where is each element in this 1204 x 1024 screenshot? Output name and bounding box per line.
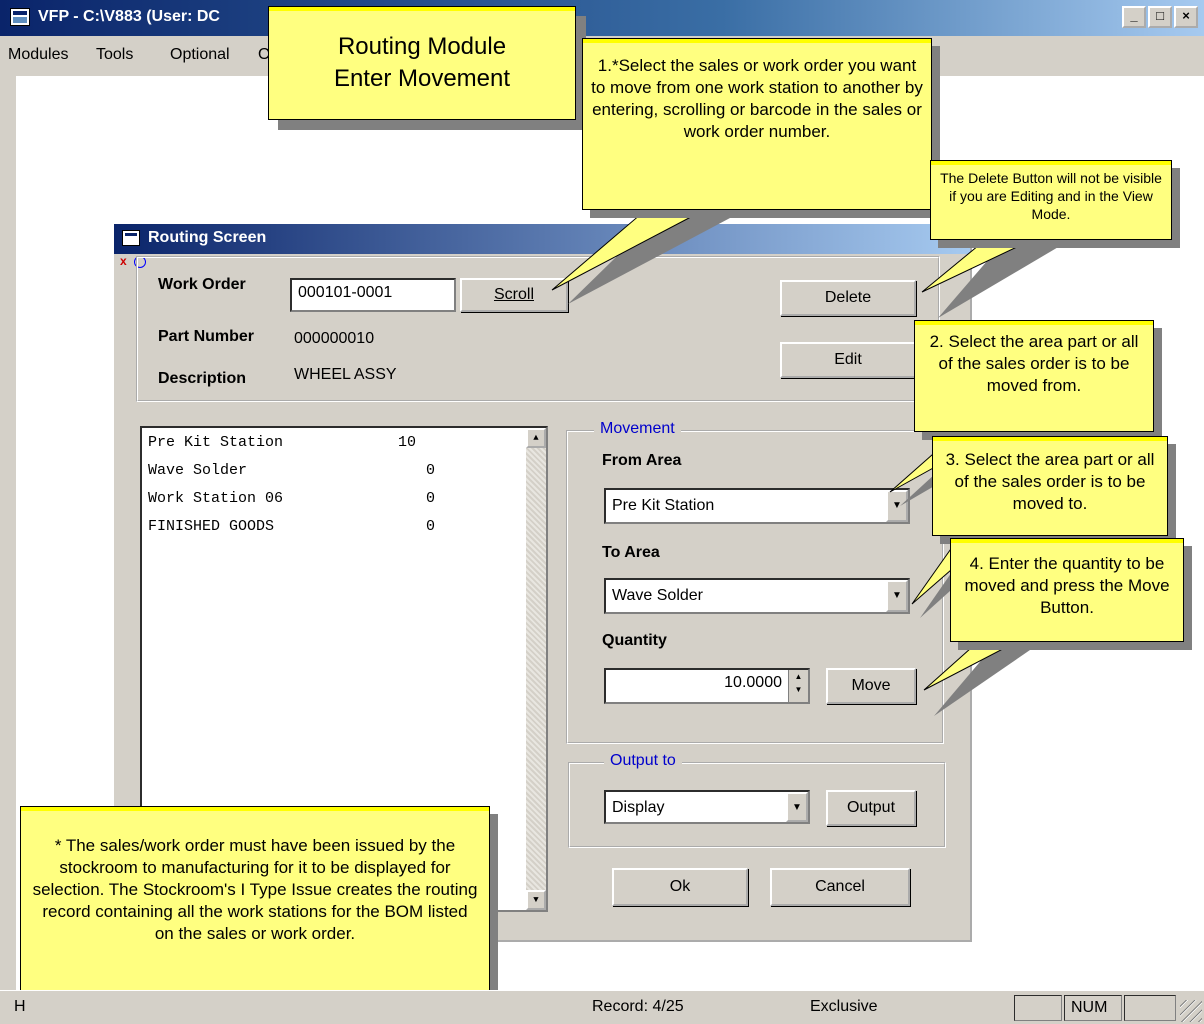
output-button-label: Output <box>846 799 896 816</box>
to-area-value: Wave Solder <box>612 587 703 604</box>
description-label: Description <box>158 370 247 387</box>
station-qty: 0 <box>426 490 436 507</box>
step1-text: 1.*Select the sales or work order you wa… <box>591 56 923 141</box>
quantity-value: 10.0000 <box>724 674 782 691</box>
routing-screen-titlebar[interactable]: Routing Screen <box>114 224 970 254</box>
app-icon <box>10 8 30 26</box>
from-area-value: Pre Kit Station <box>612 497 715 514</box>
scroll-down-icon[interactable]: ▼ <box>526 890 546 910</box>
step2-callout: 2. Select the area part or all of the sa… <box>914 320 1154 432</box>
cancel-button[interactable]: Cancel <box>770 868 910 906</box>
close-icon[interactable]: x <box>120 255 132 268</box>
step4-text: 4. Enter the quantity to be moved and pr… <box>964 554 1170 617</box>
cancel-button-label: Cancel <box>815 878 865 895</box>
scroll-up-icon[interactable]: ▲ <box>526 428 546 448</box>
scroll-button[interactable]: Scroll <box>460 278 568 312</box>
status-blank-2 <box>1124 995 1176 1021</box>
quantity-label: Quantity <box>602 632 667 649</box>
close-button[interactable]: × <box>1174 6 1198 28</box>
station-qty: 0 <box>426 518 436 535</box>
quantity-stepper[interactable]: 10.0000 ▲ ▼ <box>604 668 810 704</box>
move-button[interactable]: Move <box>826 668 916 704</box>
station-name: Work Station 06 <box>148 490 284 507</box>
work-order-value: 000101-0001 <box>298 284 393 301</box>
work-order-label: Work Order <box>158 276 246 293</box>
scroll-button-label: Scroll <box>493 286 534 303</box>
edit-button[interactable]: Edit <box>780 342 916 378</box>
list-item[interactable]: Work Station 06 0 <box>148 490 448 507</box>
output-button[interactable]: Output <box>826 790 916 826</box>
delete-button[interactable]: Delete <box>780 280 916 316</box>
title-line1: Routing Module <box>337 33 507 60</box>
status-num: NUM <box>1064 995 1122 1021</box>
list-scrollbar[interactable]: ▲ ▼ <box>526 428 546 910</box>
edit-button-label: Edit <box>834 351 862 368</box>
move-button-label: Move <box>851 677 891 694</box>
status-left: H <box>14 998 26 1015</box>
from-area-select[interactable]: Pre Kit Station ▼ <box>604 488 910 524</box>
output-group-title: Output to <box>604 752 682 770</box>
part-number-label: Part Number <box>158 328 255 345</box>
status-mode: Exclusive <box>810 998 878 1015</box>
status-record: Record: 4/25 <box>592 998 684 1015</box>
step1-callout: 1.*Select the sales or work order you wa… <box>582 38 932 210</box>
work-order-field[interactable]: 000101-0001 <box>290 278 456 312</box>
step3-text: 3. Select the area part or all of the sa… <box>945 450 1155 513</box>
menu-tools[interactable]: Tools <box>96 46 133 64</box>
callout-bar <box>915 321 1153 325</box>
station-name: Pre Kit Station <box>148 434 284 451</box>
callout-bar <box>583 39 931 43</box>
station-qty: 10 <box>398 434 417 451</box>
title-callout: Routing Module Enter Movement <box>268 6 576 120</box>
chevron-down-icon[interactable]: ▼ <box>786 792 808 822</box>
part-number-value: 000000010 <box>294 330 375 347</box>
app-titlebar: VFP - C:\V883 (User: DC _ □ × <box>0 0 1204 36</box>
from-area-label: From Area <box>602 452 682 469</box>
chevron-down-icon[interactable]: ▼ <box>886 490 908 522</box>
callout-bar <box>21 807 489 811</box>
movement-group-title: Movement <box>594 420 681 438</box>
menu-modules[interactable]: Modules <box>8 46 68 64</box>
description-value: WHEEL ASSY <box>294 366 397 383</box>
output-select[interactable]: Display ▼ <box>604 790 810 824</box>
app-title: VFP - C:\V883 (User: DC <box>38 8 220 25</box>
statusbar: H Record: 4/25 Exclusive NUM <box>0 990 1204 1024</box>
to-area-label: To Area <box>602 544 660 561</box>
callout-bar <box>931 161 1171 165</box>
delete-button-label: Delete <box>824 289 872 306</box>
step4-callout: 4. Enter the quantity to be moved and pr… <box>950 538 1184 642</box>
footnote-text: * The sales/work order must have been is… <box>32 836 478 943</box>
delete-note-callout: The Delete Button will not be visible if… <box>930 160 1172 240</box>
ok-button-label: Ok <box>669 878 691 895</box>
minimize-button[interactable]: _ <box>1122 6 1146 28</box>
spinner-icon[interactable]: ▲ ▼ <box>788 670 808 702</box>
output-value: Display <box>612 799 665 816</box>
maximize-button[interactable]: □ <box>1148 6 1172 28</box>
status-blank <box>1014 995 1062 1021</box>
window-icon <box>122 230 140 246</box>
callout-bar <box>933 437 1167 441</box>
resize-grip-icon[interactable] <box>1180 1000 1202 1022</box>
chevron-down-icon[interactable]: ▼ <box>886 580 908 612</box>
window-controls: _ □ × <box>1122 6 1198 28</box>
list-item[interactable]: Wave Solder 0 <box>148 462 448 479</box>
menu-optional[interactable]: Optional <box>170 46 230 64</box>
list-item[interactable]: FINISHED GOODS 0 <box>148 518 448 535</box>
delete-note-text: The Delete Button will not be visible if… <box>940 170 1162 222</box>
callout-bar <box>951 539 1183 543</box>
callout-bar <box>269 7 575 11</box>
list-item[interactable]: Pre Kit Station 10 <box>148 434 416 451</box>
title-line2: Enter Movement <box>333 65 511 92</box>
routing-screen-title: Routing Screen <box>148 229 267 246</box>
to-area-select[interactable]: Wave Solder ▼ <box>604 578 910 614</box>
ok-button[interactable]: Ok <box>612 868 748 906</box>
step2-text: 2. Select the area part or all of the sa… <box>929 332 1139 395</box>
step3-callout: 3. Select the area part or all of the sa… <box>932 436 1168 536</box>
station-name: Wave Solder <box>148 462 248 479</box>
footnote-callout: * The sales/work order must have been is… <box>20 806 490 1006</box>
station-name: FINISHED GOODS <box>148 518 275 535</box>
station-qty: 0 <box>426 462 436 479</box>
